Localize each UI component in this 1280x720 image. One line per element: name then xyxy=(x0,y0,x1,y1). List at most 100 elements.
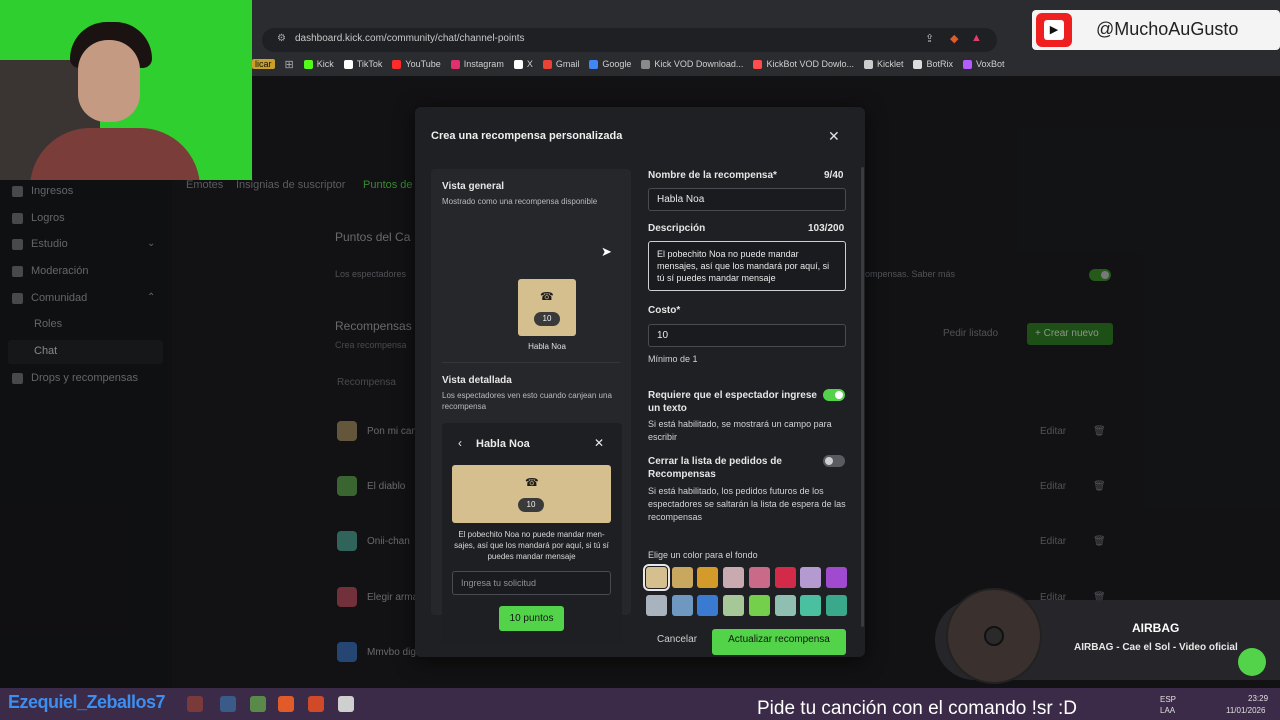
youtube-handle: @MuchoAuGusto xyxy=(1096,19,1239,39)
close-list-toggle[interactable] xyxy=(823,455,845,467)
language-indicator-2[interactable]: LAA xyxy=(1160,706,1175,715)
close-icon[interactable]: ✕ xyxy=(828,128,840,145)
share-icon[interactable]: ⇪ xyxy=(925,32,934,45)
phone-icon: ☎ xyxy=(525,477,539,489)
color-swatch[interactable] xyxy=(800,567,822,588)
detail-preview-card: ‹ Habla Noa ✕ ☎ 10 El pobechito Noa no p… xyxy=(442,423,622,643)
clock-time[interactable]: 23:29 xyxy=(1248,694,1268,703)
url-text[interactable]: dashboard.kick.com/community/chat/channe… xyxy=(295,33,525,44)
bookmark-icon xyxy=(303,59,313,69)
vinyl-center xyxy=(984,626,1004,646)
bookmark-icon xyxy=(963,59,972,69)
color-swatch[interactable] xyxy=(723,595,745,616)
bookmark-item[interactable]: Kicklet xyxy=(863,59,903,69)
update-reward-button[interactable]: Actualizar recompensa xyxy=(712,629,846,655)
color-swatch[interactable] xyxy=(748,595,770,616)
color-swatch[interactable] xyxy=(825,567,847,588)
custom-reward-modal: Crea una recompensa personalizada ✕ Vist… xyxy=(415,107,865,657)
apps-grid-icon[interactable]: ⊞ xyxy=(285,58,294,71)
bookmark-item[interactable]: BotRix xyxy=(913,59,953,69)
require-text-toggle[interactable] xyxy=(823,389,845,401)
bookmark-item[interactable]: Kick xyxy=(303,59,334,69)
bookmark-item[interactable]: VoxBot xyxy=(963,59,1005,69)
close-icon: ✕ xyxy=(594,436,605,450)
color-swatch[interactable] xyxy=(748,567,770,588)
bookmark-icon xyxy=(863,59,873,69)
brave-icon[interactable] xyxy=(278,696,294,712)
brave-rewards-icon[interactable]: ▲ xyxy=(971,32,982,44)
bookmark-icon xyxy=(753,59,763,69)
bookmark-item[interactable]: Kick VOD Download... xyxy=(641,59,743,69)
bookmark-item[interactable]: TikTok xyxy=(343,59,382,69)
bookmark-icon xyxy=(913,59,923,69)
app-icon[interactable] xyxy=(187,696,203,712)
clock-date[interactable]: 11/01/2026 xyxy=(1226,706,1265,715)
webcam-feed xyxy=(0,0,252,180)
description-textarea[interactable]: El pobechito Noa no puede mandar mensaje… xyxy=(648,241,846,291)
card-title: Habla Noa xyxy=(476,438,530,450)
color-swatch[interactable] xyxy=(697,595,719,616)
color-label: Elige un color para el fondo xyxy=(648,550,758,560)
bookmark-item[interactable]: Gmail xyxy=(542,59,579,69)
file-icon[interactable] xyxy=(338,696,354,712)
streamer-face xyxy=(78,40,140,122)
app-icon[interactable] xyxy=(220,696,236,712)
bookmark-item[interactable]: YouTube xyxy=(392,59,441,69)
cost-help: Mínimo de 1 xyxy=(648,354,698,364)
mouse-cursor-icon: ➤ xyxy=(601,244,612,259)
tile-cost: 10 xyxy=(534,312,560,326)
card-request-input: Ingresa tu solicitud xyxy=(452,571,611,595)
bookmark-icon xyxy=(513,59,523,69)
require-text-help: Si está habilitado, se mostrará un campo… xyxy=(648,419,832,442)
bookmark-item[interactable]: X xyxy=(513,59,533,69)
close-list-label: Cerrar la lista de pedidos de Recompensa… xyxy=(648,456,782,480)
bookmarks-bar: licar ⊞ Kick TikTok YouTube Instagram X Gmail… xyxy=(252,55,1009,73)
color-swatch[interactable] xyxy=(643,564,670,591)
detail-view-sub: Los espectadores ven esto cuando canjean… xyxy=(442,391,612,411)
bookmark-item[interactable]: KickBot VOD Dowlo... xyxy=(753,59,854,69)
song-title: AIRBAG xyxy=(1132,621,1180,635)
general-view-sub: Mostrado como una recompensa disponible xyxy=(442,197,598,206)
bookmark-item[interactable]: Google xyxy=(589,59,631,69)
cost-input[interactable]: 10 xyxy=(648,324,846,347)
modal-title: Crea una recompensa personalizada xyxy=(431,130,623,142)
preview-panel: Vista general Mostrado como una recompen… xyxy=(431,169,631,643)
bookmark-item[interactable]: Instagram xyxy=(450,59,504,69)
color-swatch[interactable] xyxy=(646,595,667,616)
card-cost: 10 xyxy=(518,498,544,512)
bookmark-icon xyxy=(450,59,460,69)
chat-bubble-icon[interactable] xyxy=(1238,648,1266,676)
song-subtitle: AIRBAG - Cae el Sol - Video oficial xyxy=(1074,642,1238,653)
color-swatch[interactable] xyxy=(671,567,693,588)
color-swatch[interactable] xyxy=(774,595,796,616)
language-indicator[interactable]: ESP xyxy=(1160,695,1176,704)
cost-label: Costo* xyxy=(648,305,681,316)
name-counter: 9/40 xyxy=(824,170,844,181)
phone-icon: ☎ xyxy=(540,291,554,303)
brave-shield-icon[interactable]: ◆ xyxy=(950,32,958,45)
color-swatch[interactable] xyxy=(774,567,796,588)
color-swatch[interactable] xyxy=(825,595,847,616)
bookmark-icon xyxy=(542,59,552,69)
color-swatch[interactable] xyxy=(697,567,719,588)
color-swatch[interactable] xyxy=(723,567,745,588)
bookmark-prefix[interactable]: licar xyxy=(252,59,275,69)
reward-tile: ☎ 10 xyxy=(518,279,576,336)
close-list-help: Si está habilitado, los pedidos futuros … xyxy=(648,486,846,522)
app-icon[interactable] xyxy=(250,696,266,712)
cancel-button[interactable]: Cancelar xyxy=(657,634,697,645)
song-request-marquee: Pide tu canción con el comando !sr :D xyxy=(757,698,1078,719)
card-points-button: 10 puntos xyxy=(499,606,564,631)
bookmark-icon xyxy=(641,59,651,69)
tile-name: Habla Noa xyxy=(528,342,566,351)
modal-scrollbar[interactable] xyxy=(861,167,864,627)
site-info-icon[interactable]: ⚙ xyxy=(277,33,286,44)
general-view-title: Vista general xyxy=(442,181,505,192)
color-swatch[interactable] xyxy=(800,595,822,616)
brave-icon[interactable] xyxy=(308,696,324,712)
card-description: El pobechito Noa no puede mandar men-saj… xyxy=(454,530,609,561)
bookmark-icon xyxy=(392,59,402,69)
reward-name-input[interactable]: Habla Noa xyxy=(648,188,846,211)
bookmark-icon xyxy=(343,59,353,69)
color-swatch[interactable] xyxy=(671,595,693,616)
